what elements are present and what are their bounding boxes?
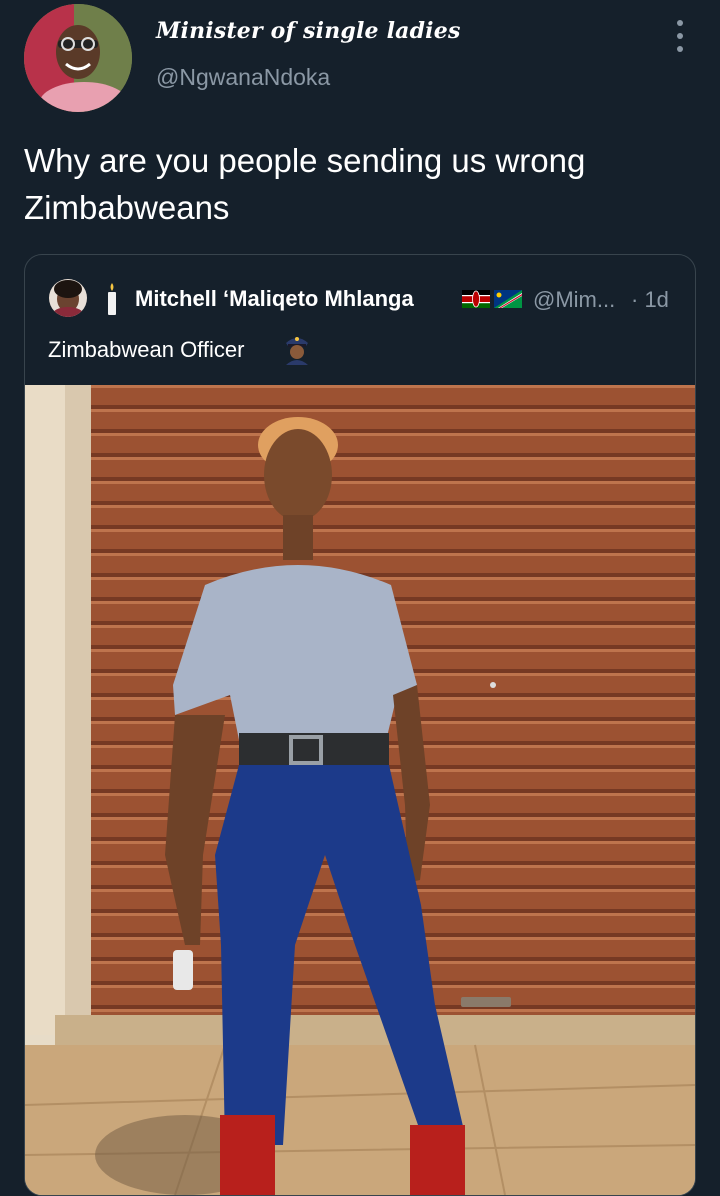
quoted-author-name[interactable]: Mitchell ‘Maliqeto Mhlanga xyxy=(135,286,414,312)
quoted-author-avatar[interactable] xyxy=(49,279,87,317)
quoted-tweet-text: Zimbabwean Officer xyxy=(48,337,245,362)
more-options-icon[interactable] xyxy=(666,20,694,52)
author-avatar[interactable] xyxy=(24,4,132,112)
quoted-author-handle[interactable]: @Mim... xyxy=(533,287,615,313)
quoted-tweet[interactable]: Mitchell ‘Maliqeto Mhlanga @Mim... · 1d … xyxy=(24,254,696,1196)
author-handle[interactable]: @NgwanaNdoka xyxy=(156,64,330,91)
candle-icon xyxy=(108,283,116,315)
quoted-tweet-photo[interactable] xyxy=(25,385,695,1195)
flags-icon xyxy=(462,290,522,308)
author-name[interactable]: Minister of single ladies xyxy=(156,18,461,44)
tweet-text: Why are you people sending us wrong Zimb… xyxy=(24,142,586,226)
quoted-timestamp[interactable]: · 1d xyxy=(631,287,669,313)
police-officer-emoji-icon xyxy=(286,337,308,365)
